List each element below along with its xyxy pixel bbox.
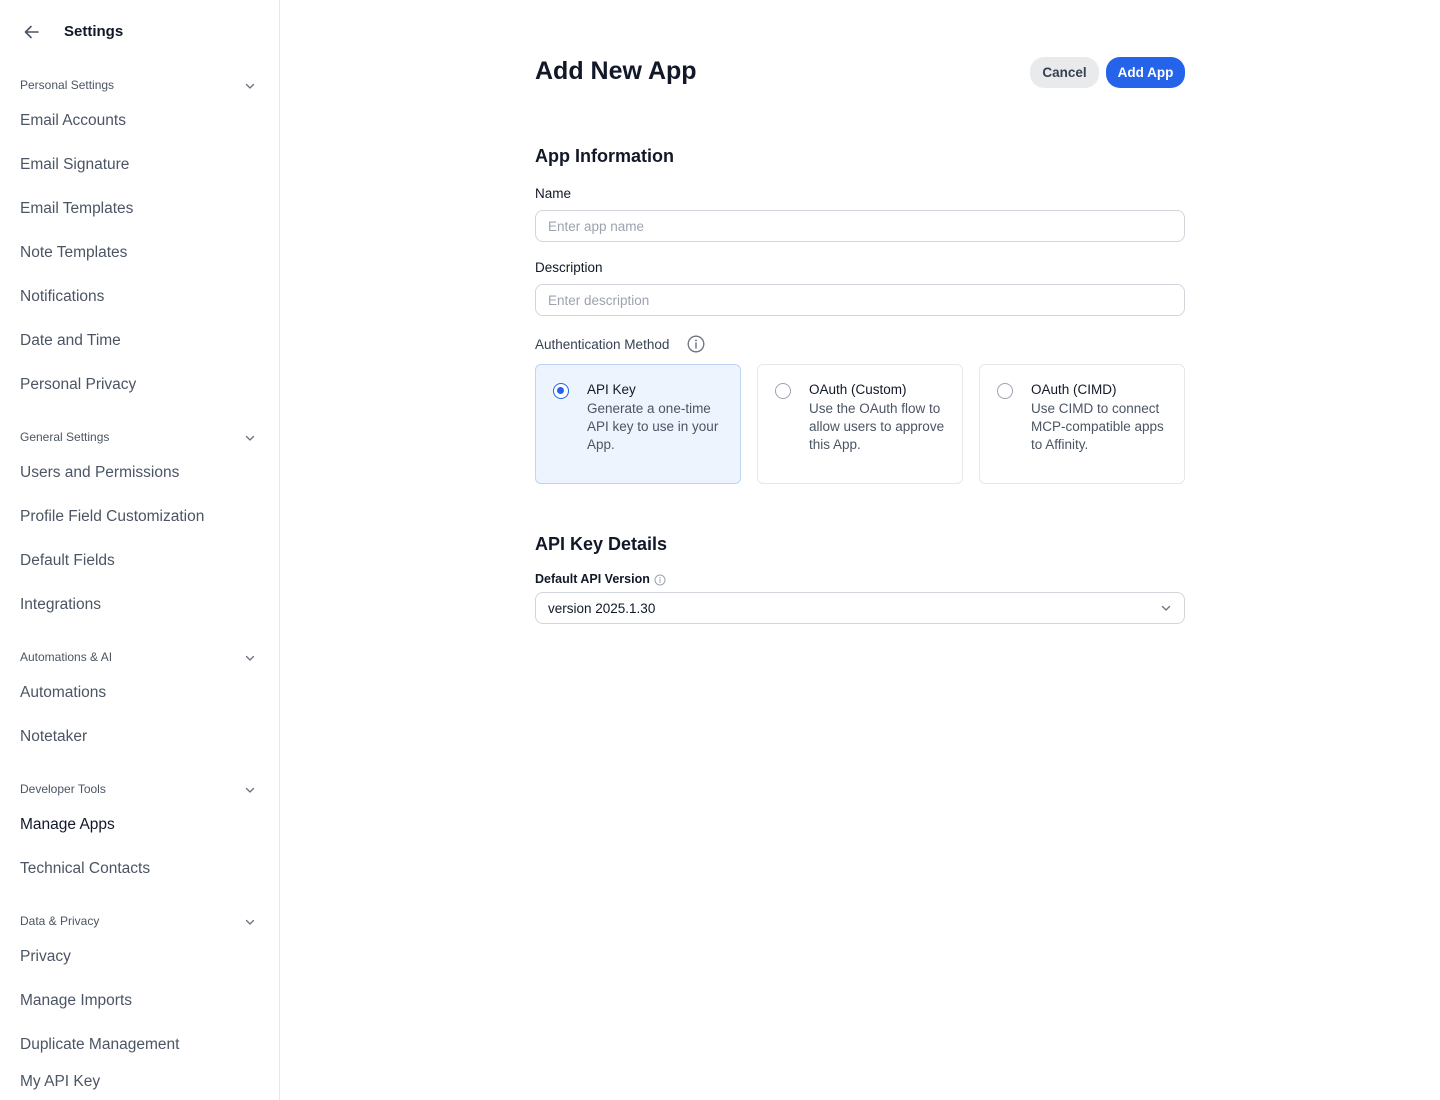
sidebar-item-notifications[interactable]: Notifications <box>0 281 279 315</box>
sidebar-item-personal-privacy[interactable]: Personal Privacy <box>0 369 279 403</box>
sidebar-item-integrations[interactable]: Integrations <box>0 589 279 623</box>
page-title: Add New App <box>535 57 697 85</box>
sidebar-item-email-signature[interactable]: Email Signature <box>0 149 279 183</box>
add-app-button[interactable]: Add App <box>1106 57 1185 88</box>
sidebar-item-label: Technical Contacts <box>20 860 151 877</box>
sidebar-item-my-api-key[interactable]: My API Key <box>0 1066 279 1100</box>
sidebar-item-duplicate-management[interactable]: Duplicate Management <box>0 1029 279 1063</box>
sidebar-item-manage-imports[interactable]: Manage Imports <box>0 985 279 1019</box>
section-header-general-settings[interactable]: General Settings <box>0 426 279 450</box>
app-description-input[interactable] <box>535 284 1185 316</box>
auth-option-title: OAuth (Custom) <box>809 382 907 397</box>
sidebar-item-notetaker[interactable]: Notetaker <box>0 721 279 755</box>
chevron-down-icon <box>1161 605 1171 611</box>
app-name-input[interactable] <box>535 210 1185 242</box>
sidebar-item-automations[interactable]: Automations <box>0 677 279 711</box>
api-key-details-title: API Key Details <box>535 534 668 554</box>
sidebar-header: Settings <box>0 0 279 64</box>
auth-option-api-key[interactable]: API Key Generate a one-time API key to u… <box>535 364 741 484</box>
api-version-select[interactable]: version 2025.1.30 <box>535 592 1185 624</box>
sidebar-item-label: Users and Permissions <box>20 464 180 481</box>
sidebar-item-email-accounts[interactable]: Email Accounts <box>0 105 279 139</box>
auth-option-description: Use CIMD to connect MCP-compatible apps … <box>1031 401 1164 452</box>
default-api-version-label: Default API Version <box>535 572 650 586</box>
sidebar-item-label: Privacy <box>20 948 71 965</box>
sidebar-item-label: Manage Imports <box>20 992 132 1009</box>
authentication-method-label: Authentication Method <box>535 337 670 352</box>
info-icon[interactable] <box>687 335 705 353</box>
chevron-down-icon <box>245 435 255 441</box>
chevron-down-icon <box>245 83 255 89</box>
section-label: Automations & AI <box>20 650 113 664</box>
auth-option-description: Generate a one-time API key to use in yo… <box>587 401 719 452</box>
section-header-developer-tools[interactable]: Developer Tools <box>0 778 279 802</box>
sidebar-item-technical-contacts[interactable]: Technical Contacts <box>0 853 279 887</box>
section-label: Data & Privacy <box>20 914 100 928</box>
sidebar-item-label: Date and Time <box>20 332 121 349</box>
section-label: General Settings <box>20 430 110 444</box>
radio-button[interactable] <box>775 383 791 399</box>
chevron-down-icon <box>245 919 255 925</box>
auth-option-oauth-cimd[interactable]: OAuth (CIMD) Use CIMD to connect MCP-com… <box>979 364 1185 484</box>
sidebar-item-label: Notetaker <box>20 728 88 745</box>
sidebar-title: Settings <box>64 23 124 40</box>
description-label: Description <box>535 260 603 275</box>
sidebar-item-label: Personal Privacy <box>20 376 137 393</box>
cancel-button[interactable]: Cancel <box>1030 57 1099 88</box>
sidebar-item-label: Email Accounts <box>20 112 126 129</box>
sidebar-item-manage-apps[interactable]: Manage Apps <box>0 809 279 843</box>
sidebar-item-label: Notifications <box>20 288 105 305</box>
chevron-down-icon <box>245 787 255 793</box>
auth-option-title: OAuth (CIMD) <box>1031 382 1117 397</box>
sidebar-item-label: My API Key <box>20 1073 101 1090</box>
section-header-automations-ai[interactable]: Automations & AI <box>0 646 279 670</box>
section-label: Developer Tools <box>20 782 106 796</box>
auth-option-oauth-custom[interactable]: OAuth (Custom) Use the OAuth flow to all… <box>757 364 963 484</box>
sidebar-item-users-and-permissions[interactable]: Users and Permissions <box>0 457 279 491</box>
info-icon[interactable] <box>654 574 666 586</box>
radio-button[interactable] <box>997 383 1013 399</box>
sidebar-item-label: Profile Field Customization <box>20 508 205 525</box>
sidebar-item-label: Integrations <box>20 596 101 613</box>
section-label: Personal Settings <box>20 78 115 92</box>
sidebar-item-label: Manage Apps <box>20 816 115 833</box>
sidebar-item-label: Email Templates <box>20 200 134 217</box>
sidebar-item-default-fields[interactable]: Default Fields <box>0 545 279 579</box>
section-header-data-privacy[interactable]: Data & Privacy <box>0 910 279 934</box>
sidebar-item-date-and-time[interactable]: Date and Time <box>0 325 279 359</box>
sidebar-item-label: Note Templates <box>20 244 128 261</box>
sidebar-item-profile-field-customization[interactable]: Profile Field Customization <box>0 501 279 535</box>
app-information-title: App Information <box>535 146 674 166</box>
sidebar-item-email-templates[interactable]: Email Templates <box>0 193 279 227</box>
auth-option-description: Use the OAuth flow to allow users to app… <box>809 401 945 452</box>
sidebar-item-note-templates[interactable]: Note Templates <box>0 237 279 271</box>
settings-sidebar: Settings Personal Settings Email Account… <box>0 0 280 1100</box>
section-header-personal-settings[interactable]: Personal Settings <box>0 74 279 98</box>
sidebar-item-label: Automations <box>20 684 107 701</box>
sidebar-item-label: Email Signature <box>20 156 130 173</box>
api-version-value: version 2025.1.30 <box>548 601 656 616</box>
radio-button-checked[interactable] <box>553 383 569 399</box>
sidebar-item-label: Default Fields <box>20 552 115 569</box>
name-label: Name <box>535 186 572 201</box>
auth-option-title: API Key <box>587 382 636 397</box>
sidebar-item-privacy[interactable]: Privacy <box>0 941 279 975</box>
back-arrow-icon[interactable] <box>22 22 42 42</box>
sidebar-item-label: Duplicate Management <box>20 1036 180 1053</box>
chevron-down-icon <box>245 655 255 661</box>
